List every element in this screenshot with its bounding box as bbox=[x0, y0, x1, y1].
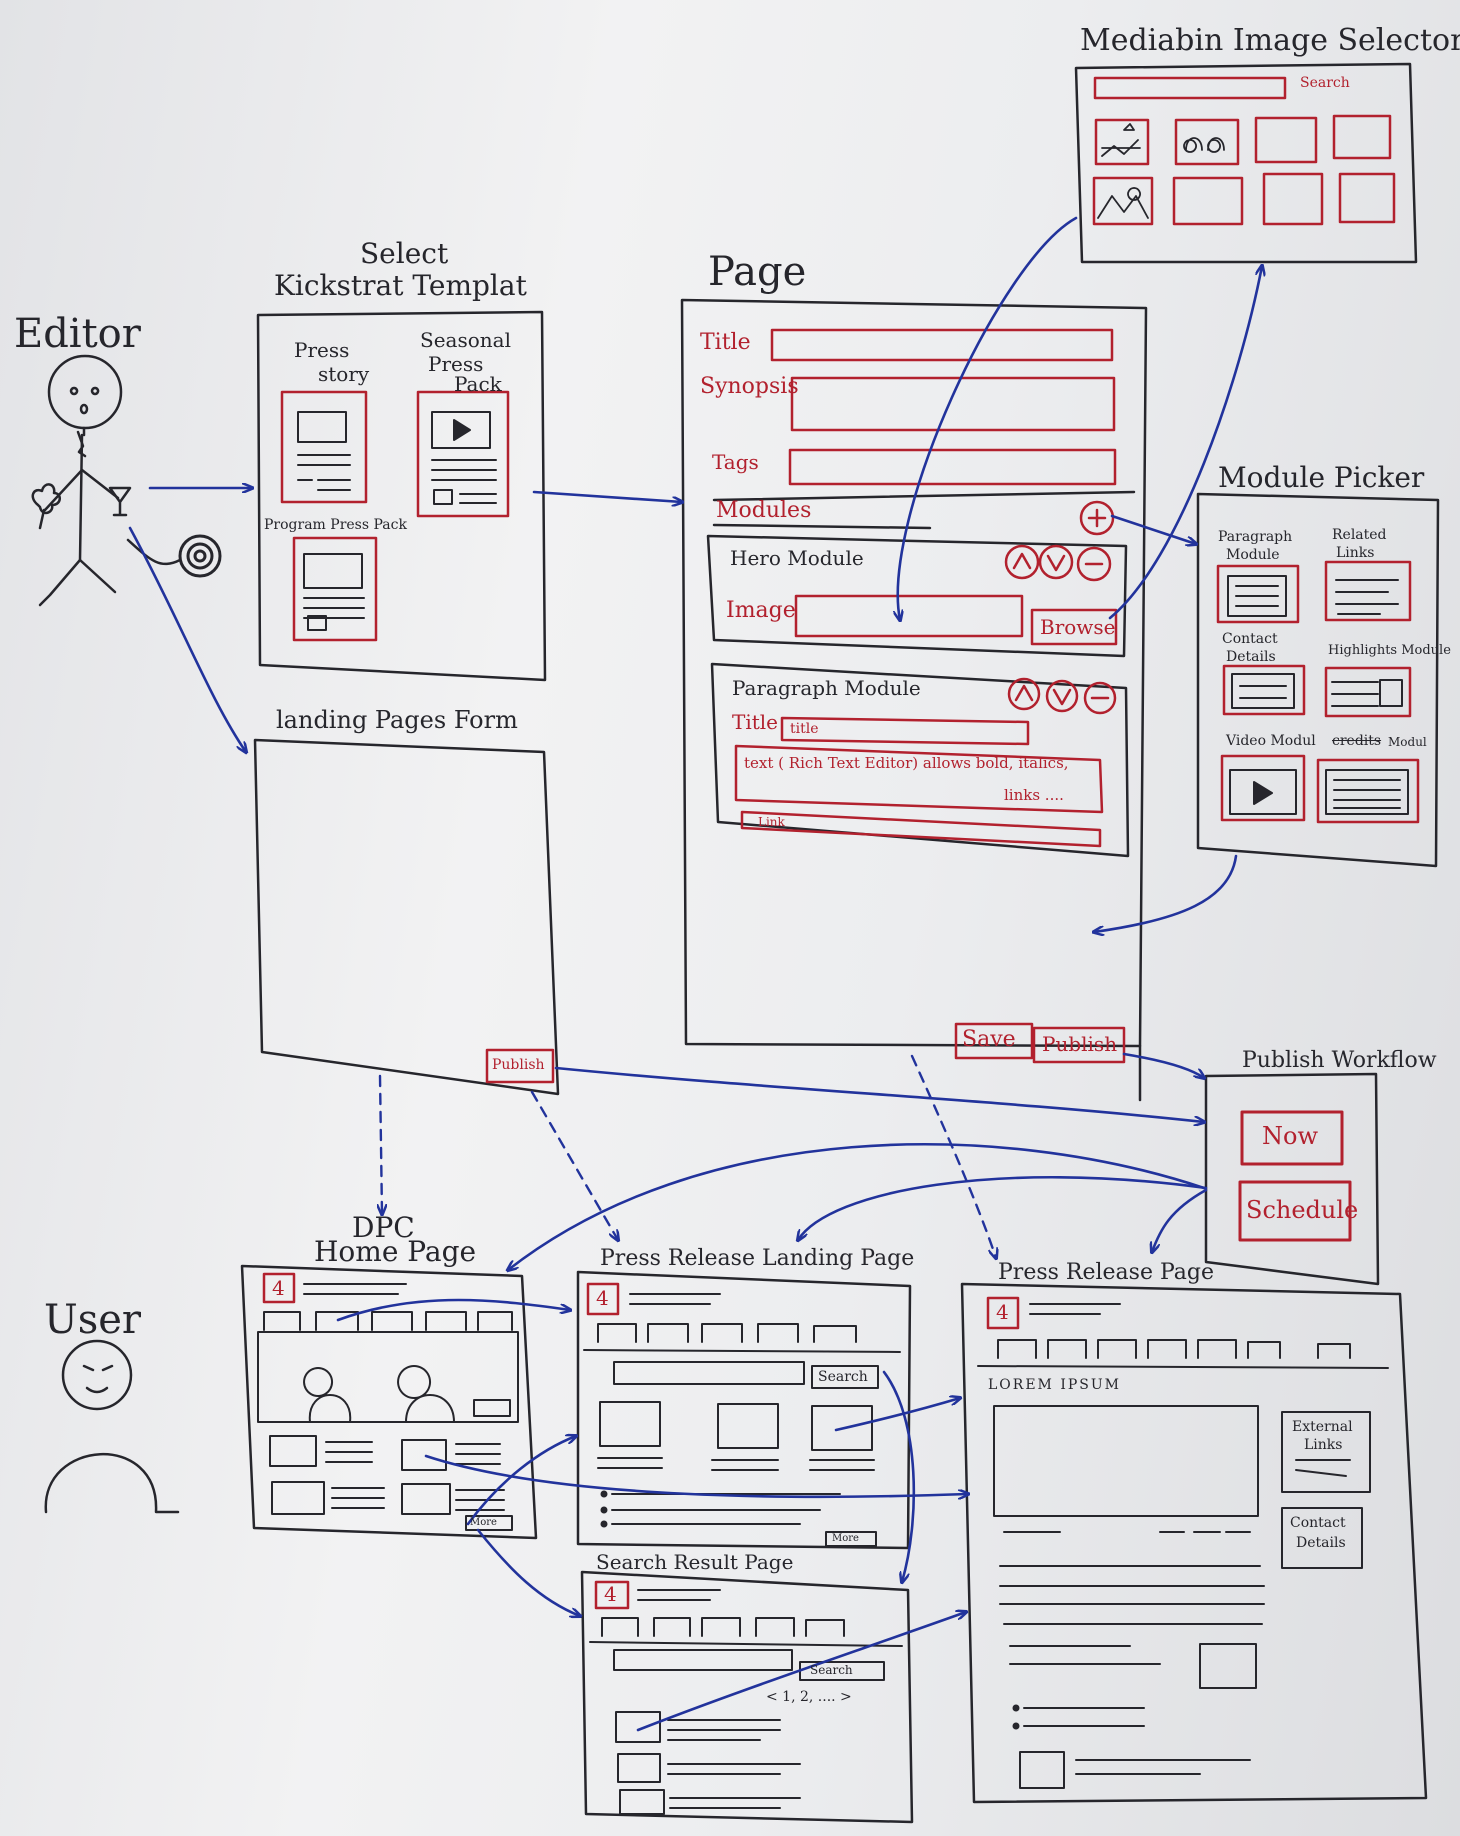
user-figure bbox=[44, 1339, 180, 1514]
seasonal-pack-thumb[interactable] bbox=[416, 390, 510, 518]
image-thumb[interactable] bbox=[1254, 116, 1318, 164]
contact-option-label-line1: Contact bbox=[1222, 631, 1278, 647]
program-pack-thumb[interactable] bbox=[292, 536, 378, 642]
hero-browse-label[interactable]: Browse bbox=[1040, 617, 1116, 637]
image-search-input[interactable] bbox=[1093, 76, 1287, 100]
image-thumb[interactable] bbox=[1332, 114, 1392, 160]
template-title-line1: Select bbox=[360, 237, 449, 270]
paragraph-title-input[interactable] bbox=[780, 716, 1030, 746]
home-page-title-line2: Home Page bbox=[314, 1235, 477, 1268]
module-picker-title: Module Picker bbox=[1218, 461, 1425, 494]
page-modules-label: Modules bbox=[716, 498, 812, 523]
image-thumb[interactable] bbox=[1172, 176, 1244, 226]
landing-page-title: Press Release Landing Page bbox=[600, 1246, 915, 1271]
page-tags-label: Tags bbox=[712, 450, 759, 474]
related-option-label-line1: Related bbox=[1332, 527, 1387, 543]
image-thumb[interactable] bbox=[1092, 176, 1154, 226]
page-title-label: Title bbox=[700, 330, 751, 355]
page-synopsis-label: Synopsis bbox=[700, 374, 799, 399]
landing-search-button[interactable]: Search bbox=[818, 1370, 868, 1384]
seasonal-label-line2: Press bbox=[428, 352, 484, 376]
publish-now-label[interactable]: Now bbox=[1262, 1124, 1318, 1148]
page-title-input[interactable] bbox=[770, 328, 1114, 362]
page-save-label[interactable]: Save bbox=[962, 1029, 1016, 1051]
hero-image-input[interactable] bbox=[794, 594, 1024, 638]
page-heading: Page bbox=[708, 249, 807, 295]
hero-move-down-icon[interactable] bbox=[1038, 544, 1074, 580]
seasonal-label-line1: Seasonal bbox=[420, 328, 511, 352]
image-thumb[interactable] bbox=[1094, 118, 1150, 166]
hero-image-label: Image bbox=[726, 598, 796, 623]
press-story-label-line1: Press bbox=[294, 338, 350, 362]
paragraph-move-up-icon[interactable] bbox=[1007, 677, 1041, 711]
paragraph-title-value[interactable]: title bbox=[790, 722, 819, 736]
search-result-wireframe bbox=[580, 1570, 914, 1824]
publish-workflow-panel bbox=[1204, 1072, 1380, 1286]
landing-logo[interactable]: 4 bbox=[596, 1288, 609, 1308]
page-editor-panel bbox=[680, 298, 1148, 1102]
paragraph-title-label: Title bbox=[732, 710, 779, 734]
paragraph-link-label[interactable]: Link bbox=[758, 816, 785, 828]
template-title-line2: Kickstrat Templat bbox=[274, 269, 527, 302]
page-tags-input[interactable] bbox=[788, 448, 1117, 486]
paragraph-text-line1[interactable]: text ( Rich Text Editor) allows bold, it… bbox=[744, 756, 1069, 771]
paragraph-option-label-line2: Module bbox=[1226, 547, 1280, 563]
paragraph-text-line2: links .... bbox=[1004, 786, 1064, 804]
landing-form-publish-label[interactable]: Publish bbox=[492, 1058, 545, 1072]
page-synopsis-input[interactable] bbox=[790, 376, 1116, 432]
landing-form-panel bbox=[253, 738, 560, 1096]
search-logo[interactable]: 4 bbox=[604, 1584, 617, 1604]
hero-move-up-icon[interactable] bbox=[1004, 544, 1040, 580]
release-page-title: Press Release Page bbox=[998, 1260, 1215, 1285]
image-selector-panel bbox=[1074, 62, 1418, 264]
landing-form-title: landing Pages Form bbox=[276, 706, 518, 734]
contact-option-label-line2: Details bbox=[1226, 649, 1276, 665]
press-story-label-line2: story bbox=[318, 362, 370, 386]
image-thumb[interactable] bbox=[1262, 172, 1324, 226]
external-links-label-line2[interactable]: Links bbox=[1304, 1438, 1342, 1452]
image-search-label[interactable]: Search bbox=[1300, 76, 1350, 90]
video-option-label: Video Modul bbox=[1226, 733, 1316, 749]
template-picker-panel bbox=[256, 310, 547, 682]
hero-module-title: Hero Module bbox=[730, 546, 864, 570]
landing-more-link[interactable]: More bbox=[832, 1534, 859, 1544]
user-label: User bbox=[44, 1297, 142, 1343]
paragraph-option-label-line1: Paragraph bbox=[1218, 529, 1293, 545]
program-pack-label: Program Press Pack bbox=[264, 517, 407, 533]
dashed-arrows bbox=[380, 1054, 996, 1258]
image-thumb[interactable] bbox=[1338, 172, 1396, 224]
flow-arrows bbox=[128, 216, 1262, 1732]
home-logo[interactable]: 4 bbox=[272, 1278, 285, 1298]
release-page-wireframe bbox=[960, 1282, 1428, 1804]
publish-workflow-title: Publish Workflow bbox=[1242, 1048, 1437, 1073]
search-results-title: Search Result Page bbox=[596, 1550, 794, 1574]
seasonal-label-line3: Pack bbox=[454, 372, 502, 396]
credits-option-suffix: Modul bbox=[1388, 735, 1427, 749]
highlights-option-label: Highlights Module bbox=[1328, 643, 1451, 658]
related-option-label-line2: Links bbox=[1336, 545, 1375, 561]
add-module-button[interactable] bbox=[1079, 500, 1115, 536]
publish-schedule-label[interactable]: Schedule bbox=[1246, 1198, 1358, 1222]
release-logo[interactable]: 4 bbox=[996, 1302, 1009, 1322]
paragraph-module-title: Paragraph Module bbox=[732, 676, 921, 700]
search-pagination[interactable]: < 1, 2, .... > bbox=[766, 1690, 852, 1704]
editor-figure bbox=[31, 354, 222, 607]
credits-option-label: credits bbox=[1332, 733, 1382, 749]
highlights-module-option[interactable] bbox=[1324, 666, 1412, 718]
release-heading: LOREM IPSUM bbox=[988, 1377, 1121, 1393]
editor-label: Editor bbox=[14, 311, 141, 357]
contact-details-label-line2: Details bbox=[1296, 1535, 1346, 1551]
contact-details-label-line1: Contact bbox=[1290, 1515, 1346, 1531]
image-selector-title: Mediabin Image Selector bbox=[1080, 23, 1460, 58]
press-story-thumb[interactable] bbox=[280, 390, 368, 504]
sketch-board: Editor User Select Kickstrat Templat Pre… bbox=[0, 0, 1460, 1836]
page-publish-label[interactable]: Publish bbox=[1042, 1034, 1117, 1054]
home-more-link[interactable]: More bbox=[470, 1518, 497, 1528]
external-links-label-line1[interactable]: External bbox=[1292, 1420, 1353, 1434]
landing-page-wireframe bbox=[576, 1270, 912, 1550]
search-results-search-button[interactable]: Search bbox=[810, 1664, 853, 1676]
